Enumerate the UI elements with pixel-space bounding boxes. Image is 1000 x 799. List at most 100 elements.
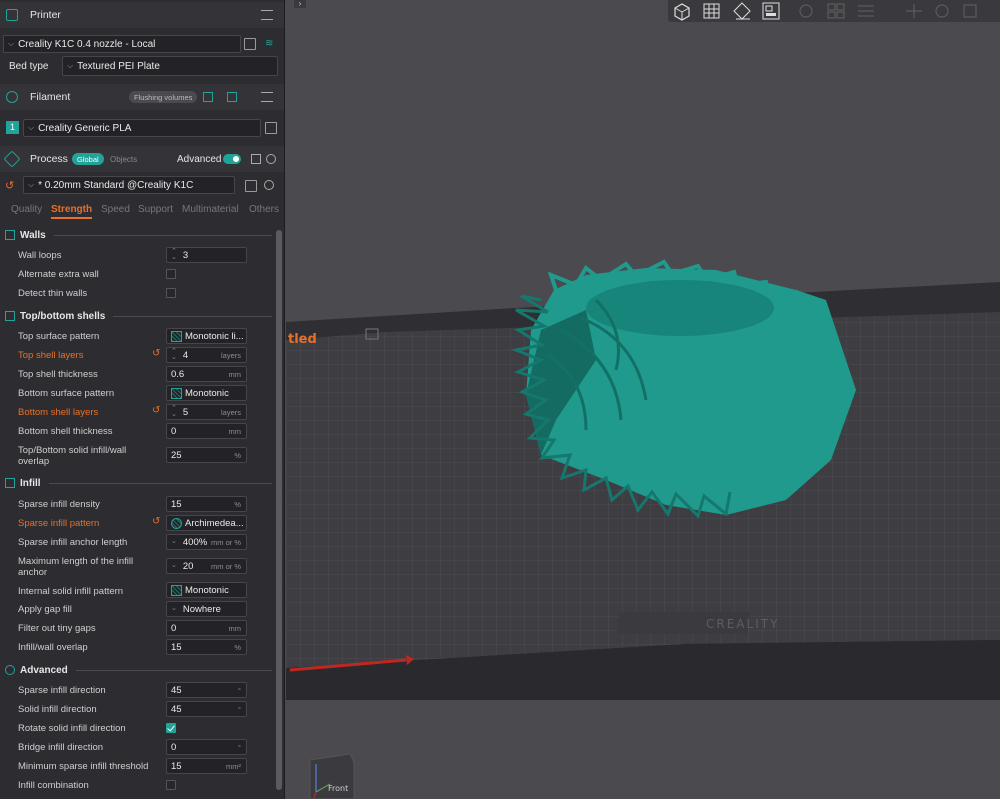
remove-filament-icon[interactable] xyxy=(227,92,237,102)
bed-brand-text: CREALITY xyxy=(706,617,779,631)
chevron-down-icon[interactable]: ⌄ xyxy=(171,538,177,545)
sparse-density-value: 15 xyxy=(171,498,182,510)
bridge-direction-input[interactable]: 0 ° xyxy=(166,739,247,755)
wall-loops-label: Wall loops xyxy=(18,250,62,261)
solid-direction-input[interactable]: 45 ° xyxy=(166,701,247,717)
chevron-down-icon: ⌵ xyxy=(28,123,35,132)
edit-filament-icon[interactable] xyxy=(265,122,277,134)
alternate-extra-wall-checkbox[interactable] xyxy=(166,269,176,279)
list-icon[interactable] xyxy=(854,1,878,21)
chevron-down-icon: ⌵ xyxy=(28,180,35,189)
filter-tiny-gaps-input[interactable]: 0 mm xyxy=(166,620,247,636)
solid-infill-overlap-input[interactable]: 25% xyxy=(166,447,247,463)
tab-support[interactable]: Support xyxy=(138,204,173,215)
objects-toggle[interactable]: Objects xyxy=(110,155,137,164)
solid-infill-overlap-label-line1: Top/Bottom solid infill/wall xyxy=(18,445,127,456)
top-surface-pattern-select[interactable]: Monotonic li... xyxy=(166,328,247,344)
sparse-pattern-select[interactable]: Archimedea... xyxy=(166,515,247,531)
settings-panel: Printer ⌵ Creality K1C 0.4 nozzle - Loca… xyxy=(0,0,285,799)
filament-select[interactable]: ⌵ Creality Generic PLA xyxy=(23,119,261,137)
3d-viewport[interactable]: CREALITY tled › Front xyxy=(286,0,1000,799)
internal-solid-pattern-select[interactable]: Monotonic xyxy=(166,582,247,598)
scale-icon[interactable] xyxy=(958,1,982,21)
scrollbar-thumb[interactable] xyxy=(276,230,282,790)
top-shell-layers-input[interactable]: ⌃ ⌄ 4 layers xyxy=(166,347,247,363)
bottom-shell-layers-input[interactable]: ⌃ ⌄ 5 layers xyxy=(166,404,247,420)
infill-wall-overlap-input[interactable]: 15% xyxy=(166,639,247,655)
layout-icon[interactable] xyxy=(824,1,848,21)
grid-icon[interactable] xyxy=(700,1,724,21)
move-icon[interactable] xyxy=(902,1,926,21)
save-preset-icon[interactable] xyxy=(245,180,257,192)
filament-section-header[interactable]: Filament Flushing volumes xyxy=(0,84,284,110)
wall-loops-input[interactable]: ⌃ ⌄ 3 xyxy=(166,247,247,263)
global-toggle[interactable]: Global xyxy=(72,153,104,165)
printer-settings-icon[interactable] xyxy=(261,10,273,20)
tab-speed[interactable]: Speed xyxy=(101,204,130,215)
edit-printer-icon[interactable] xyxy=(244,38,256,50)
printer-select[interactable]: ⌵ Creality K1C 0.4 nozzle - Local xyxy=(3,35,241,53)
reset-icon[interactable]: ↺ xyxy=(5,179,14,192)
gap-fill-value: Nowhere xyxy=(182,603,221,615)
bottom-shell-thickness-input[interactable]: 0 mm xyxy=(166,423,247,439)
add-filament-icon[interactable] xyxy=(203,92,213,102)
min-sparse-threshold-input[interactable]: 15 mm² xyxy=(166,758,247,774)
detect-thin-walls-label: Detect thin walls xyxy=(18,288,88,299)
printer-icon xyxy=(6,9,18,21)
arrange-icon[interactable] xyxy=(760,1,784,21)
printer-name: Creality K1C 0.4 nozzle - Local xyxy=(18,38,156,50)
pattern-icon xyxy=(171,330,182,342)
pattern-icon xyxy=(171,517,182,529)
gap-fill-select[interactable]: ⌄ Nowhere xyxy=(166,601,247,617)
rotate-solid-checkbox[interactable] xyxy=(166,723,176,733)
tab-others[interactable]: Others xyxy=(249,204,279,215)
detect-thin-walls-checkbox[interactable] xyxy=(166,288,176,298)
reset-icon[interactable]: ↺ xyxy=(152,516,160,527)
model-object[interactable] xyxy=(510,259,856,519)
stepper-icon[interactable]: ⌃ ⌄ xyxy=(171,405,177,418)
tab-strength[interactable]: Strength xyxy=(51,204,93,219)
sparse-density-input[interactable]: 15% xyxy=(166,496,247,512)
bridge-direction-value: 0 xyxy=(171,741,177,753)
paint-icon[interactable] xyxy=(730,1,754,21)
chevron-down-icon: ⌵ xyxy=(67,61,74,70)
rotate-solid-label: Rotate solid infill direction xyxy=(18,723,126,734)
perspective-icon[interactable] xyxy=(670,1,694,21)
tab-quality[interactable]: Quality xyxy=(11,204,42,215)
process-preset-select[interactable]: ⌵ * 0.20mm Standard @Creality K1C xyxy=(23,176,235,194)
reset-icon[interactable]: ↺ xyxy=(152,348,160,359)
reset-icon[interactable]: ↺ xyxy=(152,405,160,416)
bed-type-value: Textured PEI Plate xyxy=(77,60,160,72)
compare-icon[interactable] xyxy=(251,154,261,164)
infill-combination-checkbox[interactable] xyxy=(166,780,176,790)
collapse-arrow-icon[interactable]: › xyxy=(294,0,306,8)
unit-label: layers xyxy=(220,407,241,417)
advanced-switch[interactable] xyxy=(223,154,241,164)
view-cube[interactable]: Front xyxy=(306,752,356,799)
bed-type-select[interactable]: ⌵ Textured PEI Plate xyxy=(62,56,278,76)
bottom-shell-thickness-value: 0 xyxy=(171,425,177,437)
stepper-icon[interactable]: ⌃ ⌄ xyxy=(171,348,177,361)
orient-icon[interactable] xyxy=(794,1,818,21)
sparse-pattern-label: Sparse infill pattern xyxy=(18,518,100,529)
plate-name: tled xyxy=(288,332,317,347)
wifi-icon[interactable]: ≋ xyxy=(265,38,275,49)
anchor-length-input[interactable]: ⌄ 400% mm or % xyxy=(166,534,247,550)
tab-multimaterial[interactable]: Multimaterial xyxy=(182,204,239,215)
process-settings-icon[interactable] xyxy=(266,154,276,164)
top-shell-thickness-label: Top shell thickness xyxy=(18,369,98,380)
top-shell-thickness-input[interactable]: 0.6 mm xyxy=(166,366,247,382)
printer-section-header[interactable]: Printer xyxy=(0,2,284,28)
panel-scrollbar[interactable] xyxy=(276,226,282,799)
flushing-volumes-button[interactable]: Flushing volumes xyxy=(129,91,198,103)
chevron-down-icon[interactable]: ⌄ xyxy=(171,562,177,569)
chevron-down-icon[interactable]: ⌄ xyxy=(171,605,177,612)
bottom-surface-pattern-select[interactable]: Monotonic xyxy=(166,385,247,401)
search-icon[interactable] xyxy=(264,180,274,190)
rotate-icon[interactable] xyxy=(930,1,954,21)
max-anchor-input[interactable]: ⌄ 20 mm or % xyxy=(166,558,247,574)
stepper-icon[interactable]: ⌃ ⌄ xyxy=(171,248,177,261)
filament-section-title: Filament xyxy=(30,91,71,103)
sparse-direction-input[interactable]: 45 ° xyxy=(166,682,247,698)
filament-settings-icon[interactable] xyxy=(261,92,273,102)
